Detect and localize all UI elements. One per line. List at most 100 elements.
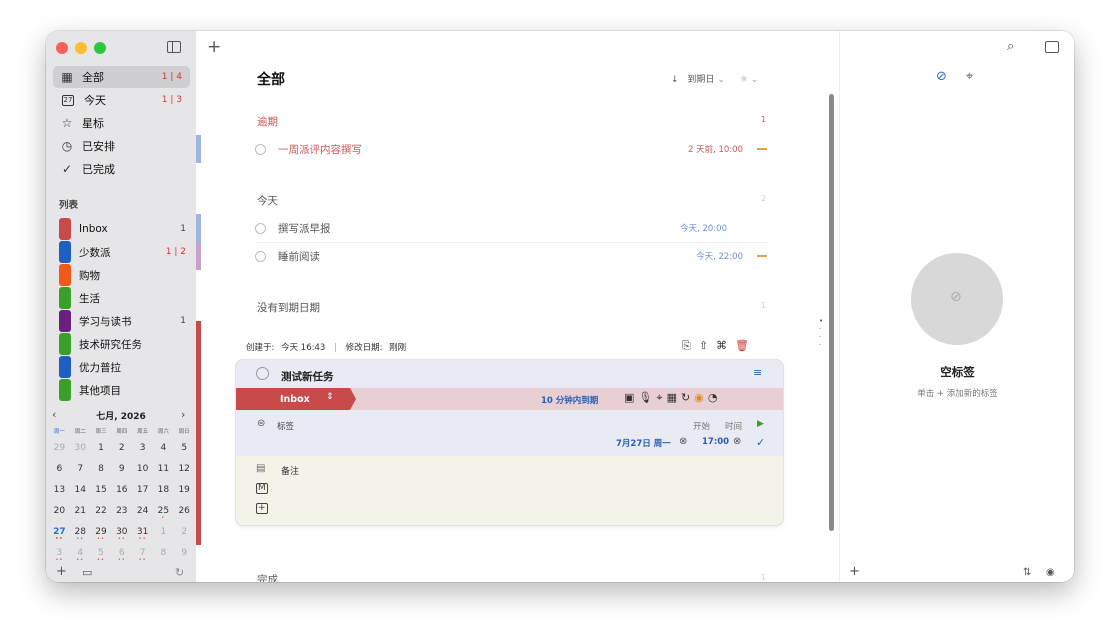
brightness-icon[interactable]: ☼ (740, 75, 748, 85)
due-time-value[interactable]: 17:00 (702, 437, 729, 447)
calendar-day[interactable]: 11 (153, 464, 174, 474)
sort-tags-icon[interactable]: ⇅ (1023, 567, 1031, 578)
subtasks-icon[interactable]: ≡ (753, 366, 762, 379)
calendar-day[interactable]: 14 (70, 485, 91, 495)
list-item-sspai[interactable]: 少数派 1 | 2 (59, 241, 190, 263)
trash-icon[interactable]: 🗑 (735, 339, 757, 352)
calendar-day[interactable]: 26 (174, 506, 195, 516)
alarm-icon[interactable]: ◉ (694, 391, 708, 404)
list-selector[interactable]: Inbox ⇕ (236, 388, 356, 410)
list-item-youli[interactable]: 优力普拉 (59, 356, 190, 378)
calendar-day[interactable]: 2 (174, 527, 195, 537)
calendar-day[interactable]: 3 •• (49, 548, 70, 563)
calendar-day[interactable]: 8 (91, 464, 112, 474)
calendar-day[interactable]: 9 (111, 464, 132, 474)
calendar-day[interactable]: 28 •• (70, 527, 91, 542)
nav-all[interactable]: ▦ 全部 1 | 4 (53, 66, 190, 88)
scrollbar[interactable] (829, 94, 834, 531)
zoom-window-button[interactable] (94, 42, 106, 54)
play-icon[interactable]: ▶ (757, 419, 764, 429)
due-date-value[interactable]: 7月27日 周一 (616, 437, 671, 449)
calendar-day[interactable]: 22 (91, 506, 112, 516)
inspector-toggle-icon[interactable] (1045, 41, 1059, 53)
task-row[interactable]: 一周派评内容撰写 2 天前, 10:00 (255, 136, 767, 162)
calendar-day[interactable]: 29 (49, 443, 70, 453)
tag-field[interactable]: 标签 (277, 420, 294, 432)
calendar-day[interactable]: 25 • (153, 506, 174, 521)
calendar-day[interactable]: 16 (111, 485, 132, 495)
next-month-icon[interactable]: › (181, 408, 185, 421)
calendar-day[interactable]: 15 (91, 485, 112, 495)
calendar-day[interactable]: 13 (49, 485, 70, 495)
sidebar-toggle-icon[interactable] (167, 41, 181, 53)
tag-tab-icon[interactable]: ⊘ (936, 69, 947, 84)
location-icon[interactable]: ⌖ (656, 391, 666, 404)
add-tag-icon[interactable]: + (849, 564, 860, 579)
calendar-day[interactable]: 31 •• (132, 527, 153, 542)
task-complete-circle[interactable] (256, 367, 269, 380)
nav-completed[interactable]: ✓ 已完成 (53, 158, 190, 180)
nav-starred[interactable]: ☆ 星标 (53, 112, 190, 134)
note-field[interactable]: 备注 (281, 464, 299, 477)
calendar-day[interactable]: 6 (49, 464, 70, 474)
command-icon[interactable]: ⌘ (716, 339, 735, 352)
clear-time-icon[interactable]: ⊗ (733, 436, 741, 447)
task-row[interactable]: 撰写派早报 今天, 20:00 (255, 215, 767, 241)
list-item-life[interactable]: 生活 (59, 287, 190, 309)
copy-icon[interactable]: ⎘ (682, 339, 699, 352)
calendar-day[interactable]: 17 (132, 485, 153, 495)
calendar-day[interactable]: 4 •• (70, 548, 91, 563)
minimize-window-button[interactable] (75, 42, 87, 54)
confirm-check-icon[interactable]: ✓ (756, 436, 765, 449)
calendar-day[interactable]: 9 (174, 548, 195, 558)
eye-icon[interactable]: ◉ (1046, 567, 1055, 578)
calendar-day[interactable]: 21 (70, 506, 91, 516)
list-item-study[interactable]: 学习与读书 1 (59, 310, 190, 332)
markdown-icon[interactable]: M (256, 483, 268, 494)
clear-date-icon[interactable]: ⊗ (679, 436, 687, 447)
duration-icon[interactable]: ◔ (708, 391, 722, 404)
nav-scheduled[interactable]: ◷ 已安排 (53, 135, 190, 157)
share-icon[interactable]: ⇧ (699, 339, 716, 352)
calendar-day[interactable]: 7 •• (132, 548, 153, 563)
calendar-day-today[interactable]: 27 •• (49, 527, 70, 542)
add-list-icon[interactable]: + (56, 564, 67, 579)
task-complete-circle[interactable] (255, 143, 266, 155)
close-window-button[interactable] (56, 42, 68, 54)
add-task-icon[interactable]: + (207, 37, 221, 57)
search-icon[interactable]: ⌕ (1007, 39, 1014, 54)
list-item-other[interactable]: 其他项目 (59, 379, 190, 401)
calendar-day[interactable]: 2 (111, 443, 132, 453)
location-tab-icon[interactable]: ⌖ (966, 69, 973, 84)
task-complete-circle[interactable] (255, 250, 266, 262)
calendar-day[interactable]: 19 (174, 485, 195, 495)
calendar-day[interactable]: 4 (153, 443, 174, 453)
task-title-input[interactable]: 测试新任务 (281, 369, 334, 384)
calendar-view-icon[interactable]: ▭ (82, 566, 92, 579)
calendar-day[interactable]: 12 (174, 464, 195, 474)
sort-menu[interactable]: ↓ 到期日 ⌄ ☼ ⌄ (671, 72, 758, 85)
calendar-day[interactable]: 30 (70, 443, 91, 453)
nav-today[interactable]: 27 今天 1 | 3 (53, 89, 190, 111)
calendar-day[interactable]: 1 (153, 527, 174, 537)
calendar-day[interactable]: 20 (49, 506, 70, 516)
calendar-day[interactable]: 3 (132, 443, 153, 453)
calendar-day[interactable]: 30 •• (111, 527, 132, 542)
calendar-day[interactable]: 18 (153, 485, 174, 495)
image-icon[interactable]: ▣ (624, 391, 638, 404)
page-dots-icon[interactable]: • · · · (819, 317, 823, 349)
calendar-icon[interactable]: ▦ (667, 391, 681, 404)
calendar-day[interactable]: 10 (132, 464, 153, 474)
task-row[interactable]: 睡前阅读 今天, 22:00 (255, 243, 767, 269)
list-item-shopping[interactable]: 购物 (59, 264, 190, 286)
attachment-icon[interactable]: + (256, 503, 268, 514)
calendar-day[interactable]: 24 (132, 506, 153, 516)
calendar-day[interactable]: 5 (174, 443, 195, 453)
calendar-day[interactable]: 8 (153, 548, 174, 558)
calendar-day[interactable]: 23 (111, 506, 132, 516)
calendar-day[interactable]: 7 (70, 464, 91, 474)
calendar-day[interactable]: 6 •• (111, 548, 132, 563)
task-complete-circle[interactable] (255, 222, 266, 234)
calendar-day[interactable]: 1 (91, 443, 112, 453)
list-item-tech[interactable]: 技术研究任务 (59, 333, 190, 355)
